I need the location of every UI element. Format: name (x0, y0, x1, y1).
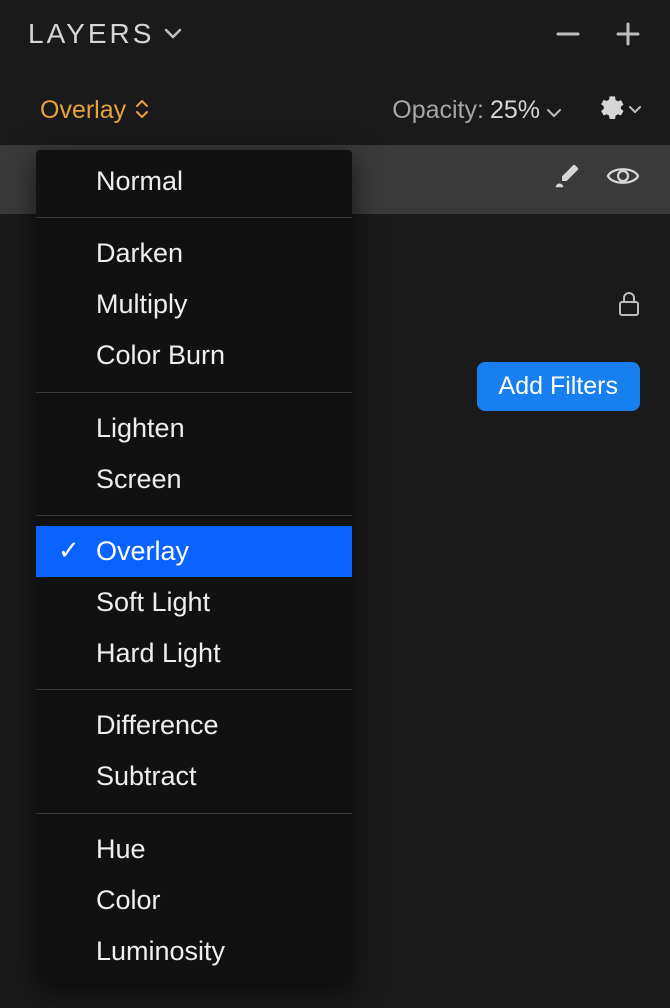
blend-mode-label: Overlay (40, 96, 126, 125)
panel-header: LAYERS (0, 0, 670, 68)
blend-mode-option[interactable]: Color Burn (36, 330, 352, 381)
separator (36, 515, 352, 516)
blend-mode-option-label: Soft Light (96, 587, 210, 617)
blend-mode-option-label: Luminosity (96, 936, 225, 966)
blend-mode-option-label: Multiply (96, 289, 188, 319)
chevron-down-icon (546, 96, 562, 125)
blend-mode-option[interactable]: ✓ Overlay (36, 526, 352, 577)
opacity-label: Opacity: (392, 96, 484, 125)
blend-mode-option[interactable]: Hue (36, 824, 352, 875)
blend-mode-option[interactable]: Darken (36, 228, 352, 279)
separator (36, 217, 352, 218)
eye-icon[interactable] (606, 164, 640, 195)
blend-mode-option-label: Lighten (96, 413, 185, 443)
blend-mode-option-label: Difference (96, 710, 219, 740)
opacity-control[interactable]: Opacity: 25% (392, 96, 562, 125)
chevron-down-icon (628, 102, 642, 120)
lock-icon[interactable] (618, 291, 640, 324)
blend-mode-option[interactable]: Normal (36, 156, 352, 207)
chevron-down-icon (164, 24, 182, 45)
add-icon[interactable] (614, 20, 642, 48)
blend-mode-option[interactable]: Color (36, 875, 352, 926)
minimize-icon[interactable] (554, 20, 582, 48)
blend-mode-option[interactable]: Hard Light (36, 628, 352, 679)
add-filters-label: Add Filters (499, 372, 618, 400)
blend-mode-option[interactable]: Subtract (36, 751, 352, 802)
separator (36, 392, 352, 393)
separator (36, 813, 352, 814)
blend-mode-option-label: Darken (96, 238, 183, 268)
separator (36, 689, 352, 690)
blend-mode-option-label: Normal (96, 166, 183, 196)
sort-icon (134, 96, 150, 125)
blend-mode-dropdown: Normal Darken Multiply Color Burn Lighten Scr… (36, 150, 352, 983)
opacity-value: 25% (490, 96, 540, 125)
brush-icon[interactable] (552, 161, 582, 198)
blend-mode-option-label: Color Burn (96, 340, 225, 370)
blend-mode-option-label: Screen (96, 464, 182, 494)
blend-mode-option[interactable]: Screen (36, 454, 352, 505)
add-filters-button[interactable]: Add Filters (477, 362, 640, 411)
blend-mode-option[interactable]: Multiply (36, 279, 352, 330)
settings-menu[interactable] (596, 94, 642, 127)
blend-mode-option-label: Color (96, 885, 161, 915)
panel-title[interactable]: LAYERS (28, 18, 182, 50)
blend-mode-option-label: Hard Light (96, 638, 221, 668)
check-icon: ✓ (58, 533, 80, 571)
blend-mode-option[interactable]: Lighten (36, 403, 352, 454)
blend-mode-option[interactable]: Difference (36, 700, 352, 751)
blend-mode-option[interactable]: Soft Light (36, 577, 352, 628)
layer-controls: Overlay Opacity: 25% (0, 68, 670, 135)
blend-mode-option[interactable]: Luminosity (36, 926, 352, 977)
gear-icon (596, 94, 624, 127)
blend-mode-selector[interactable]: Overlay (40, 96, 150, 125)
blend-mode-option-label: Overlay (96, 536, 189, 566)
blend-mode-option-label: Subtract (96, 761, 197, 791)
panel-title-text: LAYERS (28, 18, 154, 50)
blend-mode-option-label: Hue (96, 834, 146, 864)
